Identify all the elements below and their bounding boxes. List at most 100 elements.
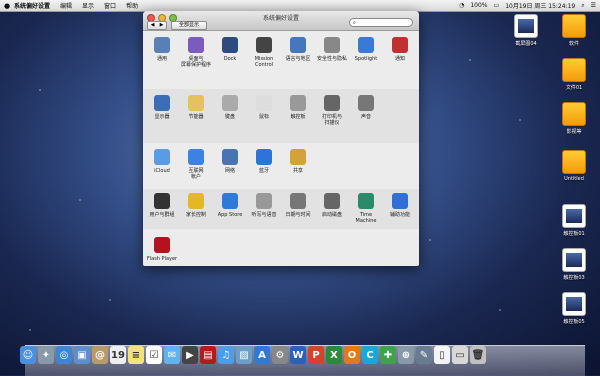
desktop-item[interactable]: 软件 [551,14,597,47]
notes-icon[interactable]: ≡ [128,346,144,364]
pref-pane[interactable]: 通用 [145,37,179,62]
pref-pane[interactable]: 互联网 帐户 [179,149,213,180]
pref-pane-label: 共享 [292,168,303,174]
pref-pane[interactable]: 节能器 [179,95,213,120]
pref-pane[interactable]: App Store [213,193,247,218]
notification-center-icon[interactable]: ☰ [591,2,596,9]
launchpad-icon[interactable]: ✦ [38,346,54,364]
pref-pane[interactable]: Mission Control [247,37,281,68]
desktop-item[interactable]: 文件01 [551,58,597,91]
pref-pane[interactable]: 日期与时间 [281,193,315,218]
desktop-item-label: 触控板01 [563,231,585,237]
finder-icon[interactable]: ☺ [20,346,36,364]
back-button[interactable]: ◀ [148,22,157,29]
pref-pane[interactable]: 启动磁盘 [315,193,349,218]
keyboard-icon [222,95,238,111]
pref-pane[interactable]: Dock [213,37,247,62]
spotlight-menu-icon[interactable]: ⌕ [581,2,584,10]
screenshot-icon [562,204,586,228]
pref-pane[interactable]: 家长控制 [179,193,213,218]
safari-icon[interactable]: ◎ [56,346,72,364]
datetime[interactable]: 10月19日 周三 15:24:19 [505,1,575,10]
pref-pane[interactable]: 桌面与 屏幕保护程序 [179,37,213,68]
pref-pane[interactable]: 显示器 [145,95,179,120]
menu-help[interactable]: 帮助 [126,1,138,10]
show-all-button[interactable]: 全部显示 [171,21,207,30]
desktop-item-label: 触控板05 [563,319,585,325]
pref-pane[interactable]: 共享 [281,149,315,174]
desktop-item[interactable]: 截屏图04 [503,14,549,47]
pref-pane[interactable]: 打印机与 扫描仪 [315,95,349,126]
desktop-item[interactable]: 触控板03 [551,248,597,281]
pref-pane-label: Mission Control [254,56,274,68]
messages-icon[interactable]: ✉ [164,346,180,364]
pref-pane[interactable]: Time Machine [349,193,383,224]
desktop-item[interactable]: 影视等 [551,102,597,135]
navigation-buttons: ◀ ▶ [147,21,167,30]
menu-app[interactable]: 系统偏好设置 [14,1,50,10]
forward-button[interactable]: ▶ [157,22,166,29]
reminders-icon[interactable]: ☑ [146,346,162,364]
desktop-item-label: 触控板03 [563,275,585,281]
pref-pane[interactable]: 蓝牙 [247,149,281,174]
iphoto-icon[interactable]: ▨ [236,346,252,364]
pref-pane-label: 蓝牙 [258,168,269,174]
pref-pane[interactable]: 网络 [213,149,247,174]
downloads-icon[interactable]: ▭ [452,346,468,364]
pref-pane-label: 用户与群组 [149,212,175,218]
system-preferences-icon[interactable]: ⚙ [272,346,288,364]
calendar-icon[interactable]: 19 [110,346,126,364]
pref-pane[interactable]: 用户与群组 [145,193,179,218]
trackpad-icon [290,95,306,111]
pref-pane-label: 语言与地区 [285,56,311,62]
facetime-icon[interactable]: ▶ [182,346,198,364]
preview-icon[interactable]: ▣ [74,346,90,364]
communicator-icon[interactable]: C [362,346,378,364]
pref-pane[interactable]: 触控板 [281,95,315,120]
pref-pane[interactable]: 听写与语音 [247,193,281,218]
desktop-item[interactable]: 触控板01 [551,204,597,237]
battery-text[interactable]: 100% [470,2,487,9]
battery-icon[interactable]: ▭ [494,2,500,9]
pref-pane[interactable]: 通知 [383,37,417,62]
app-store-dock-icon[interactable]: A [254,346,270,364]
pref-pane[interactable]: 声音 [349,95,383,120]
accessibility-icon [392,193,408,209]
desktop-item[interactable]: Untitled [551,150,597,182]
pref-pane[interactable]: iCloud [145,149,179,174]
sound-icon [358,95,374,111]
apple-menu-icon[interactable]: ● [0,2,14,10]
network-utility-icon[interactable]: ⊕ [398,346,414,364]
word-icon[interactable]: W [290,346,306,364]
pref-pane[interactable]: Spotlight [349,37,383,62]
pref-pane[interactable]: 键盘 [213,95,247,120]
utility-icon[interactable]: ✎ [416,346,432,364]
menu-window[interactable]: 窗口 [104,1,116,10]
screenshot-icon [562,292,586,316]
desktop-item[interactable]: 触控板05 [551,292,597,325]
contacts-icon[interactable]: @ [92,346,108,364]
itunes-icon[interactable]: ♫ [218,346,234,364]
messenger-icon[interactable]: ✚ [380,346,396,364]
general-icon [154,37,170,53]
pref-pane[interactable]: 鼠标 [247,95,281,120]
menu-view[interactable]: 显示 [82,1,94,10]
photo-booth-icon[interactable]: ▤ [200,346,216,364]
document-icon[interactable]: ▯ [434,346,450,364]
wifi-icon[interactable]: ◔ [459,2,464,9]
menu-edit[interactable]: 编辑 [60,1,72,10]
energy-saver-icon [188,95,204,111]
search-field[interactable]: ⌕ [349,18,413,27]
pref-pane[interactable]: 语言与地区 [281,37,315,62]
pref-pane-label: 通知 [394,56,405,62]
security-icon [324,37,340,53]
dock-icon [222,37,238,53]
trash-icon[interactable]: 🗑 [470,346,486,364]
pref-pane[interactable]: 安全性与隐私 [315,37,349,62]
pref-pane[interactable]: 辅助功能 [383,193,417,218]
excel-icon[interactable]: X [326,346,342,364]
outlook-icon[interactable]: O [344,346,360,364]
pref-pane-label: 桌面与 屏幕保护程序 [180,56,211,68]
powerpoint-icon[interactable]: P [308,346,324,364]
pref-pane[interactable]: Flash Player [145,237,179,262]
